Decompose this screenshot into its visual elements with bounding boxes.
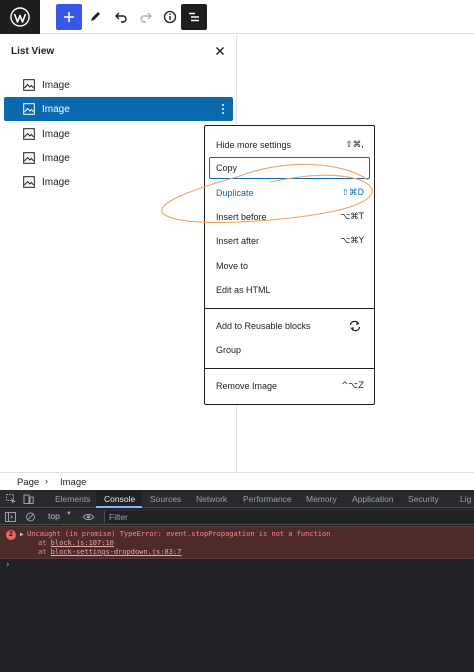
tab-elements[interactable]: Elements	[55, 494, 90, 504]
tab-memory[interactable]: Memory	[306, 494, 337, 504]
shortcut: ^⌥Z	[341, 381, 364, 391]
devtools-panel: Elements Console Sources Network Perform…	[0, 490, 474, 672]
redo-icon	[140, 12, 152, 23]
breadcrumb-separator: ›	[45, 476, 48, 486]
device-toolbar-icon[interactable]	[23, 494, 34, 504]
redo-button[interactable]	[133, 4, 159, 30]
tab-console[interactable]: Console	[104, 494, 135, 504]
block-settings-menu: Hide more settings ⇧⌘, Copy Duplicate ⇧⌘…	[204, 125, 375, 405]
menu-item-group[interactable]: Group	[209, 339, 370, 361]
error-text: Uncaught (in promise) TypeError: event.s…	[27, 530, 331, 538]
list-view-header: List View	[0, 35, 237, 68]
list-item-label: Image	[42, 177, 70, 188]
tab-performance[interactable]: Performance	[243, 494, 292, 504]
info-icon	[163, 10, 177, 24]
console-toolbar: top ▼ Filter	[0, 509, 474, 525]
shortcut: ⇧⌘D	[341, 188, 364, 198]
pencil-icon	[91, 12, 100, 21]
shortcut: ⌥⌘Y	[340, 236, 365, 246]
list-item[interactable]: Image	[4, 146, 233, 170]
stack-frame-link[interactable]: block.js:107:10	[51, 539, 114, 547]
list-view-title: List View	[11, 46, 55, 57]
menu-item-move-to[interactable]: Move to	[209, 255, 370, 277]
console-error-message: 2 ▶ Uncaught (in promise) TypeError: eve…	[0, 526, 474, 559]
reusable-block-icon	[349, 320, 361, 332]
block-breadcrumb: Page › Image	[0, 472, 474, 490]
menu-item-insert-before[interactable]: Insert before ⌥⌘T	[209, 206, 370, 228]
inspect-element-icon[interactable]	[6, 494, 17, 504]
more-options-icon[interactable]	[220, 102, 226, 116]
add-block-button[interactable]	[56, 4, 82, 30]
shortcut: ⇧⌘,	[345, 140, 364, 150]
stack-frame-link[interactable]: block-settings-dropdown.js:83:7	[51, 548, 182, 556]
list-item[interactable]: Image	[4, 73, 233, 97]
image-block-icon	[23, 103, 35, 115]
tab-sources[interactable]: Sources	[150, 494, 181, 504]
console-filter-input[interactable]: Filter	[104, 511, 474, 523]
editor-toolbar	[0, 0, 474, 34]
expand-triangle-icon[interactable]: ▶	[20, 531, 24, 538]
error-count-badge: 2	[6, 530, 16, 540]
image-block-icon	[23, 79, 35, 91]
menu-item-duplicate[interactable]: Duplicate ⇧⌘D	[209, 182, 370, 204]
menu-item-copy[interactable]: Copy	[209, 157, 370, 179]
undo-icon	[115, 12, 127, 23]
breadcrumb-current: Image	[60, 477, 87, 488]
details-button[interactable]	[157, 4, 183, 30]
eye-icon[interactable]	[83, 512, 94, 522]
list-item-label: Image	[42, 80, 70, 91]
list-item[interactable]: Image	[4, 170, 233, 194]
stack-frame: at block-settings-dropdown.js:83:7	[38, 548, 182, 556]
sidebar-toggle-icon[interactable]	[5, 512, 16, 522]
tab-lighthouse[interactable]: Lig	[460, 494, 471, 504]
devtools-tab-bar: Elements Console Sources Network Perform…	[0, 490, 474, 508]
image-block-icon	[23, 152, 35, 164]
tab-security[interactable]: Security	[408, 494, 439, 504]
tab-network[interactable]: Network	[196, 494, 227, 504]
wordpress-logo-icon[interactable]	[0, 0, 40, 34]
breadcrumb-page[interactable]: Page	[17, 477, 39, 488]
list-item[interactable]: Image	[4, 122, 233, 146]
list-item-selected[interactable]: Image	[4, 97, 233, 121]
menu-item-add-to-reusable-blocks[interactable]: Add to Reusable blocks	[209, 315, 370, 337]
chevron-down-icon[interactable]: ▼	[66, 511, 72, 517]
list-item-label: Image	[42, 104, 70, 115]
menu-item-remove-image[interactable]: Remove Image ^⌥Z	[209, 375, 370, 397]
menu-divider	[205, 308, 374, 309]
tools-button[interactable]	[82, 4, 108, 30]
menu-item-edit-as-html[interactable]: Edit as HTML	[209, 279, 370, 301]
image-block-icon	[23, 176, 35, 188]
menu-item-hide-more-settings[interactable]: Hide more settings ⇧⌘,	[209, 134, 370, 156]
menu-item-insert-after[interactable]: Insert after ⌥⌘Y	[209, 230, 370, 252]
shortcut: ⌥⌘T	[340, 212, 365, 222]
undo-button[interactable]	[108, 4, 134, 30]
image-block-icon	[23, 128, 35, 140]
stack-frame: at block.js:107:10	[38, 539, 114, 547]
list-view-icon	[189, 12, 199, 22]
list-view-button[interactable]	[181, 4, 207, 30]
tab-application[interactable]: Application	[352, 494, 394, 504]
list-item-label: Image	[42, 153, 70, 164]
plus-icon	[64, 12, 74, 22]
close-icon[interactable]	[213, 44, 227, 58]
list-item-label: Image	[42, 129, 70, 140]
menu-divider	[205, 368, 374, 369]
context-selector[interactable]: top	[48, 511, 60, 521]
clear-console-icon[interactable]	[25, 512, 36, 522]
console-prompt[interactable]: ›	[5, 560, 10, 570]
list-view-panel: List View Image Image Image Image Image	[0, 35, 237, 472]
